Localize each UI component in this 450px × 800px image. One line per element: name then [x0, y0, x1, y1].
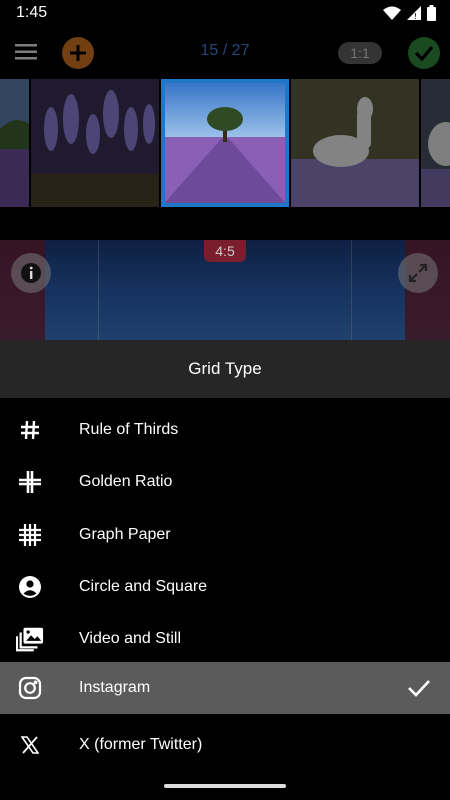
image-preview[interactable]: 4:5 [0, 240, 450, 340]
crop-ratio-tag: 4:5 [204, 240, 246, 262]
thumbnail[interactable] [291, 79, 419, 207]
add-image-button[interactable] [62, 37, 94, 69]
instagram-icon [16, 674, 44, 702]
svg-text:!: ! [414, 12, 417, 20]
grid-option-label: Instagram [79, 679, 151, 696]
signal-icon: ! [407, 6, 421, 20]
grid-option-label: Video and Still [79, 630, 181, 647]
sheet-title: Grid Type [188, 359, 262, 378]
aspect-ratio-button[interactable]: 1:1 [338, 42, 382, 64]
grid-option-label: Circle and Square [79, 578, 208, 595]
grid-option-instagram[interactable]: Instagram [0, 662, 450, 714]
confirm-button[interactable] [408, 37, 440, 69]
info-icon [21, 263, 41, 283]
status-icons: ! [383, 5, 436, 21]
grid-option-circle-and-square[interactable]: Circle and Square [0, 561, 450, 613]
wifi-icon [383, 6, 401, 20]
hamburger-menu-icon [15, 44, 37, 60]
x-logo-icon [16, 731, 44, 759]
strip-spacer [0, 208, 450, 240]
thumbnail[interactable] [0, 79, 29, 207]
grid-option-golden-ratio[interactable]: Golden Ratio [0, 456, 450, 508]
grid-type-list: Rule of Thirds Golden Ratio Graph Paper … [0, 398, 450, 800]
thumbnail-strip[interactable] [0, 78, 450, 208]
grid-option-video-and-still[interactable]: Video and Still [0, 613, 450, 665]
grid-option-graph-paper[interactable]: Graph Paper [0, 509, 450, 561]
grid-option-x-former-twitter[interactable]: X (former Twitter) [0, 719, 450, 771]
grid-option-label: X (former Twitter) [79, 736, 203, 753]
selected-check-icon [406, 675, 432, 701]
checkmark-icon [414, 45, 434, 61]
thumbnail[interactable] [31, 79, 159, 207]
expand-icon [408, 263, 428, 283]
grid-option-label: Rule of Thirds [79, 421, 179, 438]
top-toolbar: 15 / 27 1:1 [0, 26, 450, 78]
plus-icon [70, 45, 86, 61]
status-bar: 1:45 ! [0, 0, 450, 26]
gesture-nav-bar[interactable] [164, 784, 286, 788]
photo-library-icon [16, 625, 44, 653]
thumbnail-selected[interactable] [161, 79, 289, 207]
grid-option-label: Graph Paper [79, 526, 171, 543]
image-counter: 15 / 27 [200, 42, 250, 59]
thumbnail[interactable] [421, 79, 450, 207]
expand-button[interactable] [398, 253, 438, 293]
menu-button[interactable] [14, 42, 38, 62]
hash-icon [16, 416, 44, 444]
battery-icon [427, 5, 436, 21]
graph-grid-icon [16, 521, 44, 549]
golden-grid-icon [16, 468, 44, 496]
grid-option-rule-of-thirds[interactable]: Rule of Thirds [0, 404, 450, 456]
status-time: 1:45 [16, 4, 48, 21]
grid-option-label: Golden Ratio [79, 473, 173, 490]
info-button[interactable] [11, 253, 51, 293]
grid-type-sheet-header: Grid Type [0, 340, 450, 398]
person-circle-icon [16, 573, 44, 601]
